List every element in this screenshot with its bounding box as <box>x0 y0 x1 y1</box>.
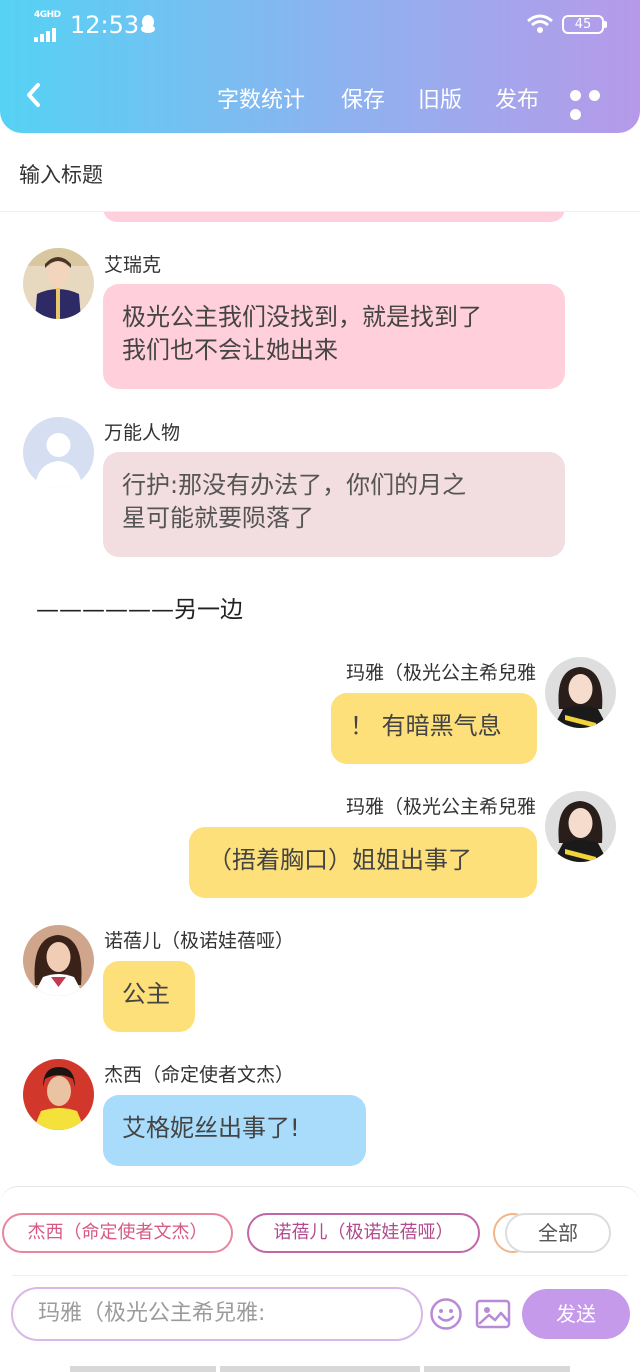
more-options-icon[interactable] <box>570 86 626 120</box>
wifi-icon <box>527 14 553 33</box>
sender-name: 万能人物 <box>104 422 181 444</box>
back-icon[interactable] <box>20 78 48 112</box>
qq-icon <box>141 15 155 33</box>
message-line: 我们也不会让她出来 <box>122 336 338 364</box>
save-button[interactable]: 保存 <box>341 82 385 114</box>
sender-name: 玛雅（极光公主希兒雅 <box>345 662 536 684</box>
home-indicator <box>220 1366 420 1372</box>
network-type: 4GHD <box>34 10 61 20</box>
send-button[interactable]: 发送 <box>522 1289 630 1339</box>
input-panel: 杰西（命定使者文杰） 诺蓓儿（极诺娃蓓哑） 全部 玛雅（极光公主希兒雅: 发送 <box>0 1186 640 1372</box>
signal-icon: 4GHD <box>34 10 64 42</box>
avatar[interactable] <box>23 248 94 319</box>
avatar[interactable] <box>23 1059 94 1130</box>
message-line: 极光公主我们没找到，就是找到了 <box>122 303 482 331</box>
image-icon[interactable] <box>475 1299 511 1329</box>
narration-text[interactable]: ——————另一边 <box>36 590 243 624</box>
avatar[interactable] <box>23 925 94 996</box>
divider <box>12 1275 628 1276</box>
old-version-button[interactable]: 旧版 <box>418 82 462 114</box>
sender-name: 玛雅（极光公主希兒雅 <box>345 796 536 818</box>
avatar[interactable] <box>545 791 616 862</box>
message-bubble[interactable]: （捂着胸口）姐姐出事了 <box>189 827 537 898</box>
message-bubble[interactable]: ！ 有暗黑气息 <box>331 693 537 764</box>
previous-message-bubble <box>103 212 565 222</box>
word-count-button[interactable]: 字数统计 <box>217 82 305 114</box>
all-roles-button[interactable]: 全部 <box>505 1213 611 1253</box>
avatar[interactable] <box>23 417 94 488</box>
title-input[interactable]: 输入标题 <box>19 159 103 189</box>
battery-indicator: 45 <box>562 15 607 34</box>
status-bar: 4GHD 12:53 45 <box>0 0 640 50</box>
sender-name: 诺蓓儿（极诺娃蓓哑） <box>104 930 295 952</box>
message-bubble[interactable]: 行护:那没有办法了，你们的月之 星可能就要陨落了 <box>103 452 565 557</box>
sender-name: 艾瑞克 <box>104 254 162 276</box>
status-time: 12:53 <box>70 11 140 39</box>
home-indicator <box>424 1366 570 1372</box>
home-indicator <box>70 1366 216 1372</box>
app-header: 4GHD 12:53 45 字数统计 保存 旧版 发布 <box>0 0 640 133</box>
role-chip[interactable]: 杰西（命定使者文杰） <box>2 1213 233 1253</box>
chat-area[interactable]: 艾瑞克 极光公主我们没找到，就是找到了 我们也不会让她出来 万能人物 行护:那没… <box>0 212 640 1187</box>
message-line: 行护:那没有办法了，你们的月之 <box>122 471 467 499</box>
sender-name: 杰西（命定使者文杰） <box>104 1064 295 1086</box>
title-row: 输入标题 <box>0 133 640 212</box>
publish-button[interactable]: 发布 <box>495 82 539 114</box>
message-bubble[interactable]: 公主 <box>103 961 195 1032</box>
message-line: 星可能就要陨落了 <box>122 504 314 532</box>
message-input[interactable]: 玛雅（极光公主希兒雅: <box>11 1287 423 1341</box>
emoji-icon[interactable] <box>429 1297 463 1331</box>
role-chip[interactable]: 诺蓓儿（极诺娃蓓哑） <box>247 1213 480 1253</box>
message-bubble[interactable]: 艾格妮丝出事了! <box>103 1095 366 1166</box>
avatar[interactable] <box>545 657 616 728</box>
message-bubble[interactable]: 极光公主我们没找到，就是找到了 我们也不会让她出来 <box>103 284 565 389</box>
